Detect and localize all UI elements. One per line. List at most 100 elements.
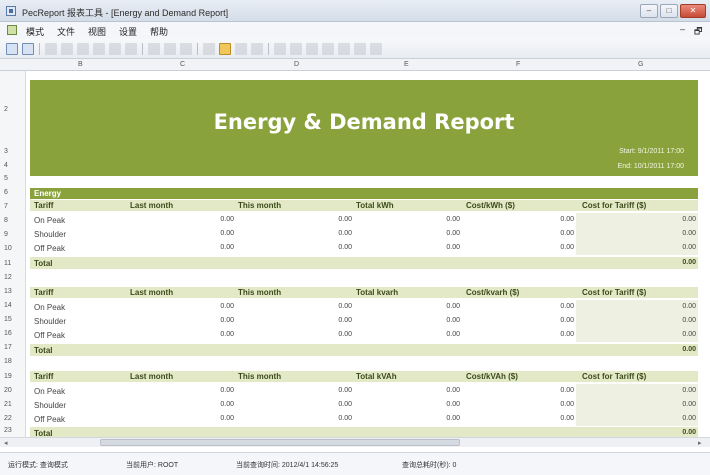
cell-value[interactable]: 0.00 <box>292 230 352 237</box>
print-icon[interactable] <box>180 43 192 55</box>
row-number[interactable]: 13 <box>4 288 12 295</box>
redo-icon[interactable] <box>290 43 302 55</box>
circle2-icon[interactable] <box>93 43 105 55</box>
row-number[interactable]: 16 <box>4 330 12 337</box>
row-number[interactable]: 6 <box>4 189 8 196</box>
row-number[interactable]: 21 <box>4 401 12 408</box>
cell-value[interactable]: 0.00 <box>292 415 352 422</box>
cell-value[interactable]: 0.00 <box>400 244 460 251</box>
cell-value[interactable]: 0.00 <box>292 331 352 338</box>
grid-icon[interactable] <box>45 43 57 55</box>
row-number[interactable]: 20 <box>4 387 12 394</box>
cell-value[interactable]: 0.00 <box>174 230 234 237</box>
cell-value[interactable]: 0.00 <box>174 317 234 324</box>
row-number[interactable]: 2 <box>4 106 8 113</box>
edit-icon[interactable] <box>22 43 34 55</box>
open-icon[interactable] <box>219 43 231 55</box>
menu-settings[interactable]: 设置 <box>119 25 137 38</box>
cell-value[interactable]: 0.00 <box>514 216 574 223</box>
menu-view[interactable]: 视图 <box>88 25 106 38</box>
table-row[interactable]: On Peak 0.00 0.00 0.00 0.00 0.00 <box>30 300 698 314</box>
column-letter[interactable]: D <box>294 61 299 68</box>
table-row[interactable]: Shoulder 0.00 0.00 0.00 0.00 0.00 <box>30 227 698 241</box>
cell-value[interactable]: 0.00 <box>174 216 234 223</box>
table-row[interactable]: Shoulder 0.00 0.00 0.00 0.00 0.00 <box>30 398 698 412</box>
table-row[interactable]: Off Peak 0.00 0.00 0.00 0.00 0.00 <box>30 241 698 255</box>
copy-icon[interactable] <box>322 43 334 55</box>
cell-value[interactable]: 0.00 <box>514 317 574 324</box>
report-view-icon[interactable] <box>6 43 18 55</box>
cell-value[interactable]: 0.00 <box>636 401 696 408</box>
row-number[interactable]: 22 <box>4 415 12 422</box>
cell-value[interactable]: 0.00 <box>292 387 352 394</box>
cell-value[interactable]: 0.00 <box>514 331 574 338</box>
new-icon[interactable] <box>203 43 215 55</box>
table-row[interactable]: Off Peak 0.00 0.00 0.00 0.00 0.00 <box>30 328 698 342</box>
cell-value[interactable]: 0.00 <box>514 415 574 422</box>
row-number[interactable]: 18 <box>4 358 12 365</box>
cell-value[interactable]: 0.00 <box>636 415 696 422</box>
column-letter[interactable]: B <box>78 61 83 68</box>
row-number[interactable]: 4 <box>4 162 8 169</box>
row-number[interactable]: 23 <box>4 427 12 434</box>
cell-value[interactable]: 0.00 <box>636 317 696 324</box>
doc-icon[interactable] <box>125 43 137 55</box>
menu-mode[interactable]: 模式 <box>26 25 44 38</box>
row-number[interactable]: 14 <box>4 302 12 309</box>
cell-value[interactable]: 0.00 <box>636 387 696 394</box>
scrollbar-thumb[interactable] <box>100 439 460 446</box>
table-icon[interactable] <box>77 43 89 55</box>
cell-value[interactable]: 0.00 <box>174 401 234 408</box>
menu-file[interactable]: 文件 <box>57 25 75 38</box>
column-letter[interactable]: E <box>404 61 409 68</box>
mdi-minimize-button[interactable]: – <box>680 24 685 34</box>
undo-icon[interactable] <box>274 43 286 55</box>
row-number[interactable]: 19 <box>4 373 12 380</box>
cell-value[interactable]: 0.00 <box>292 303 352 310</box>
cut-icon[interactable] <box>306 43 318 55</box>
cell-value[interactable]: 0.00 <box>292 216 352 223</box>
delete-icon[interactable] <box>370 43 382 55</box>
minimize-button[interactable]: – <box>640 4 658 18</box>
row-number[interactable]: 17 <box>4 344 12 351</box>
table-row[interactable]: On Peak 0.00 0.00 0.00 0.00 0.00 <box>30 384 698 398</box>
cell-value[interactable]: 0.00 <box>400 387 460 394</box>
cell-value[interactable]: 0.00 <box>400 216 460 223</box>
cell-value[interactable]: 0.00 <box>636 216 696 223</box>
cell-value[interactable]: 0.00 <box>174 331 234 338</box>
cell-value[interactable]: 0.00 <box>636 331 696 338</box>
export-icon[interactable] <box>164 43 176 55</box>
row-number[interactable]: 11 <box>4 260 11 267</box>
paste-icon[interactable] <box>338 43 350 55</box>
menu-help[interactable]: 帮助 <box>150 25 168 38</box>
scroll-left-icon[interactable]: ◂ <box>4 439 8 447</box>
cell-value[interactable]: 0.00 <box>636 244 696 251</box>
table-row[interactable]: Shoulder 0.00 0.00 0.00 0.00 0.00 <box>30 314 698 328</box>
insert-icon[interactable] <box>354 43 366 55</box>
cell-value[interactable]: 0.00 <box>514 401 574 408</box>
column-letter[interactable]: G <box>638 61 643 68</box>
table-row[interactable]: Off Peak 0.00 0.00 0.00 0.00 0.00 <box>30 412 698 426</box>
cell-value[interactable]: 0.00 <box>174 244 234 251</box>
save-icon[interactable] <box>235 43 247 55</box>
circle-icon[interactable] <box>61 43 73 55</box>
cell-value[interactable]: 0.00 <box>292 244 352 251</box>
row-number[interactable]: 5 <box>4 175 8 182</box>
cell-value[interactable]: 0.00 <box>514 230 574 237</box>
cell-value[interactable]: 0.00 <box>400 331 460 338</box>
row-number[interactable]: 8 <box>4 217 8 224</box>
cell-value[interactable]: 0.00 <box>174 303 234 310</box>
table2-icon[interactable] <box>109 43 121 55</box>
cell-value[interactable]: 0.00 <box>514 387 574 394</box>
row-number[interactable]: 10 <box>4 245 12 252</box>
cell-value[interactable]: 0.00 <box>292 401 352 408</box>
cell-value[interactable]: 0.00 <box>292 317 352 324</box>
close-button[interactable]: ✕ <box>680 4 706 18</box>
cell-value[interactable]: 0.00 <box>514 303 574 310</box>
column-letter[interactable]: F <box>516 61 520 68</box>
cell-value[interactable]: 0.00 <box>174 387 234 394</box>
cell-value[interactable]: 0.00 <box>400 415 460 422</box>
mdi-restore-button[interactable]: 🗗 <box>694 24 702 40</box>
cell-value[interactable]: 0.00 <box>400 303 460 310</box>
table-row[interactable]: On Peak 0.00 0.00 0.00 0.00 0.00 <box>30 213 698 227</box>
